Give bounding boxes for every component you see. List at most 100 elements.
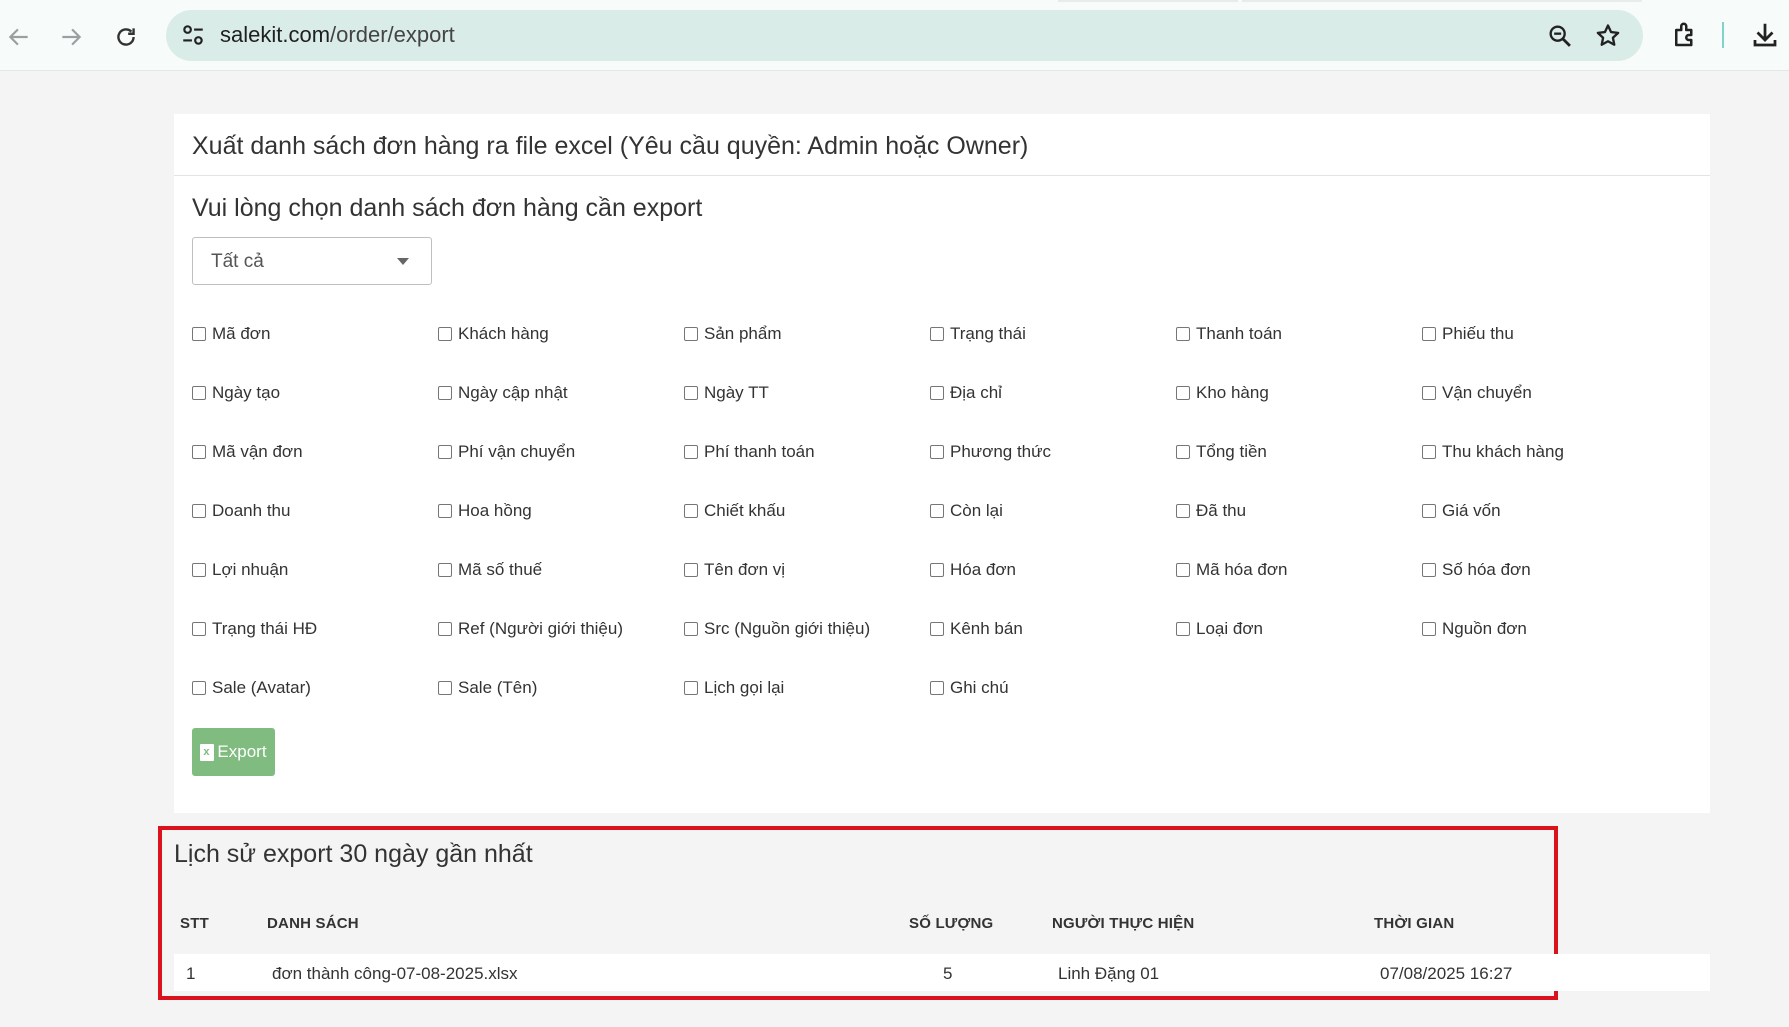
bookmark-star-icon[interactable] xyxy=(1594,22,1622,50)
url-text[interactable]: salekit.com/order/export xyxy=(220,22,455,48)
field-option[interactable]: Sản phẩm xyxy=(684,319,930,349)
checkbox-icon[interactable] xyxy=(684,386,698,400)
field-option[interactable]: Kho hàng xyxy=(1176,378,1422,408)
checkbox-icon[interactable] xyxy=(1176,327,1190,341)
checkbox-icon[interactable] xyxy=(438,563,452,577)
field-option[interactable]: Trạng thái xyxy=(930,319,1176,349)
field-option[interactable]: Mã hóa đơn xyxy=(1176,555,1422,585)
field-option[interactable]: Ngày tạo xyxy=(192,378,438,408)
field-option[interactable]: Hóa đơn xyxy=(930,555,1176,585)
field-option[interactable]: Loại đơn xyxy=(1176,614,1422,644)
card-header: Xuất danh sách đơn hàng ra file excel (Y… xyxy=(174,114,1710,176)
field-option[interactable]: Mã vận đơn xyxy=(192,437,438,467)
field-option-label: Hóa đơn xyxy=(950,560,1016,579)
field-option-label: Lợi nhuận xyxy=(212,560,289,579)
field-option[interactable]: Sale (Tên) xyxy=(438,673,684,703)
checkbox-icon[interactable] xyxy=(1422,622,1436,636)
site-settings-icon[interactable] xyxy=(180,22,206,48)
field-option[interactable]: Phí vận chuyển xyxy=(438,437,684,467)
back-button[interactable] xyxy=(2,20,36,54)
checkbox-icon[interactable] xyxy=(192,622,206,636)
field-option[interactable]: Thanh toán xyxy=(1176,319,1422,349)
extensions-icon[interactable] xyxy=(1670,20,1700,50)
checkbox-icon[interactable] xyxy=(930,504,944,518)
checkbox-icon[interactable] xyxy=(930,445,944,459)
field-option[interactable]: Ref (Người giới thiệu) xyxy=(438,614,684,644)
field-option[interactable]: Phiếu thu xyxy=(1422,319,1668,349)
field-option[interactable]: Còn lại xyxy=(930,496,1176,526)
checkbox-icon[interactable] xyxy=(192,563,206,577)
checkbox-icon[interactable] xyxy=(930,563,944,577)
checkbox-icon[interactable] xyxy=(438,681,452,695)
address-bar[interactable]: salekit.com/order/export xyxy=(166,10,1643,61)
field-option[interactable]: Địa chỉ xyxy=(930,378,1176,408)
field-option[interactable]: Tên đơn vị xyxy=(684,555,930,585)
row-user: Linh Đặng 01 xyxy=(1058,964,1160,983)
checkbox-icon[interactable] xyxy=(930,327,944,341)
forward-button[interactable] xyxy=(54,20,88,54)
field-option-label: Ghi chú xyxy=(950,678,1009,697)
field-option[interactable]: Trạng thái HĐ xyxy=(192,614,438,644)
checkbox-icon[interactable] xyxy=(684,504,698,518)
field-option[interactable]: Sale (Avatar) xyxy=(192,673,438,703)
field-option[interactable]: Lịch gọi lại xyxy=(684,673,930,703)
download-icon[interactable] xyxy=(1750,20,1780,50)
checkbox-icon[interactable] xyxy=(438,327,452,341)
field-option[interactable]: Lợi nhuận xyxy=(192,555,438,585)
field-option[interactable]: Ngày cập nhật xyxy=(438,378,684,408)
field-option[interactable]: Kênh bán xyxy=(930,614,1176,644)
reload-button[interactable] xyxy=(109,20,143,54)
field-option[interactable]: Tổng tiền xyxy=(1176,437,1422,467)
checkbox-icon[interactable] xyxy=(930,681,944,695)
checkbox-icon[interactable] xyxy=(1176,504,1190,518)
field-option[interactable]: Giá vốn xyxy=(1422,496,1668,526)
field-option[interactable]: Mã số thuế xyxy=(438,555,684,585)
checkbox-icon[interactable] xyxy=(1176,386,1190,400)
field-option[interactable]: Phí thanh toán xyxy=(684,437,930,467)
field-option[interactable]: Hoa hồng xyxy=(438,496,684,526)
checkbox-icon[interactable] xyxy=(684,563,698,577)
checkbox-icon[interactable] xyxy=(930,386,944,400)
checkbox-icon[interactable] xyxy=(192,327,206,341)
checkbox-icon[interactable] xyxy=(1176,563,1190,577)
field-option[interactable]: Mã đơn xyxy=(192,319,438,349)
checkbox-icon[interactable] xyxy=(1422,386,1436,400)
field-option[interactable]: Chiết khấu xyxy=(684,496,930,526)
checkbox-icon[interactable] xyxy=(930,622,944,636)
checkbox-icon[interactable] xyxy=(438,386,452,400)
checkbox-icon[interactable] xyxy=(1422,504,1436,518)
zoom-icon[interactable] xyxy=(1546,22,1574,50)
checkbox-icon[interactable] xyxy=(438,504,452,518)
field-option[interactable]: Phương thức xyxy=(930,437,1176,467)
order-list-select[interactable]: Tất cả xyxy=(192,237,432,285)
checkbox-icon[interactable] xyxy=(1422,327,1436,341)
field-option[interactable]: Nguồn đơn xyxy=(1422,614,1668,644)
checkbox-icon[interactable] xyxy=(192,445,206,459)
checkbox-icon[interactable] xyxy=(684,622,698,636)
checkbox-icon[interactable] xyxy=(684,327,698,341)
field-option[interactable]: Đã thu xyxy=(1176,496,1422,526)
field-option[interactable]: Ghi chú xyxy=(930,673,1176,703)
checkbox-icon[interactable] xyxy=(1176,622,1190,636)
field-option[interactable]: Ngày TT xyxy=(684,378,930,408)
checkbox-icon[interactable] xyxy=(1422,445,1436,459)
checkbox-icon[interactable] xyxy=(438,622,452,636)
field-option[interactable]: Doanh thu xyxy=(192,496,438,526)
field-option-label: Lịch gọi lại xyxy=(704,678,785,697)
checkbox-icon[interactable] xyxy=(192,504,206,518)
row-list-file[interactable]: đơn thành công-07-08-2025.xlsx xyxy=(272,964,518,984)
checkbox-icon[interactable] xyxy=(192,386,206,400)
checkbox-icon[interactable] xyxy=(684,445,698,459)
checkbox-icon[interactable] xyxy=(438,445,452,459)
checkbox-icon[interactable] xyxy=(192,681,206,695)
field-option[interactable]: Thu khách hàng xyxy=(1422,437,1668,467)
checkbox-icon[interactable] xyxy=(1422,563,1436,577)
field-option[interactable]: Vận chuyển xyxy=(1422,378,1668,408)
checkbox-icon[interactable] xyxy=(684,681,698,695)
checkbox-icon[interactable] xyxy=(1176,445,1190,459)
export-button[interactable]: x Export xyxy=(192,728,275,776)
field-option[interactable]: Src (Nguồn giới thiệu) xyxy=(684,614,930,644)
field-option[interactable]: Khách hàng xyxy=(438,319,684,349)
section-subtitle: Vui lòng chọn danh sách đơn hàng cần exp… xyxy=(192,194,703,222)
field-option[interactable]: Số hóa đơn xyxy=(1422,555,1668,585)
